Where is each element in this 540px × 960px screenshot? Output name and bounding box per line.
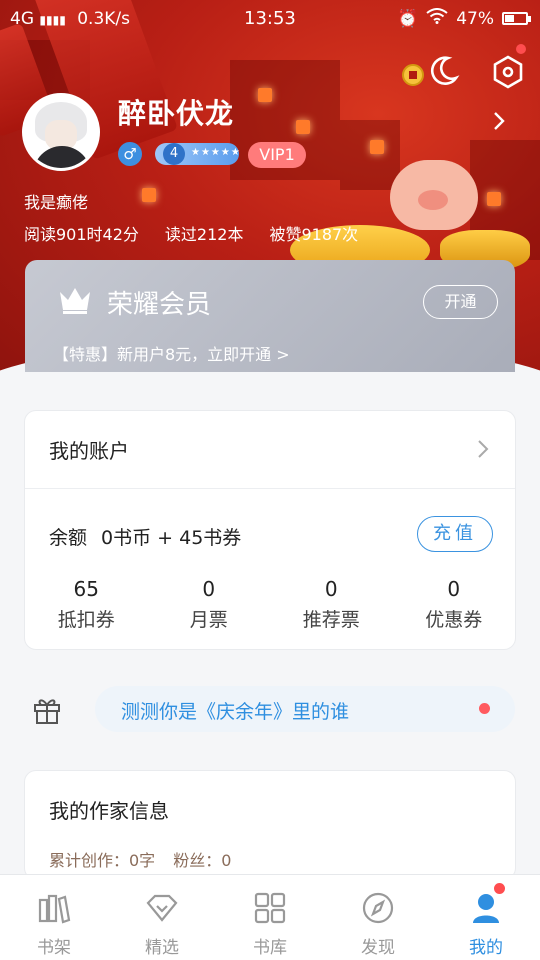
reading-stats: 阅读901时42分 读过212本 被赞9187次 bbox=[24, 221, 358, 245]
open-vip-button[interactable]: 开通 bbox=[423, 285, 498, 319]
settings-hexagon-icon[interactable] bbox=[490, 54, 526, 90]
vip-membership-card[interactable]: 荣耀会员 开通 【特惠】新用户8元，立即开通 > bbox=[25, 260, 515, 372]
nav-featured[interactable]: 精选 bbox=[108, 875, 216, 960]
nav-label: 发现 bbox=[361, 938, 395, 958]
grid-icon bbox=[253, 891, 287, 925]
ticket-row: 65 抵扣券 0 月票 0 推荐票 0 优惠券 bbox=[25, 577, 515, 632]
bottom-navigation: 书架 精选 书库 发现 我的 bbox=[0, 874, 540, 960]
bookshelf-icon bbox=[37, 891, 71, 925]
books-read: 读过212本 bbox=[164, 225, 244, 244]
level-stars-icon: ★★★★★ bbox=[191, 147, 241, 158]
level-number: 4 bbox=[163, 143, 185, 165]
user-icon bbox=[469, 891, 503, 925]
nav-bookshelf[interactable]: 书架 bbox=[0, 875, 108, 960]
reading-time: 阅读901时42分 bbox=[24, 225, 139, 244]
quiz-promo-text: 测测你是《庆余年》里的谁 bbox=[121, 701, 350, 723]
crown-icon bbox=[57, 284, 93, 316]
battery-icon bbox=[502, 12, 531, 25]
balance: 余额 0书币 + 45书券 bbox=[49, 523, 241, 550]
ticket-value: 0 bbox=[202, 577, 216, 601]
avatar[interactable] bbox=[22, 93, 100, 171]
nav-notification-dot bbox=[494, 883, 505, 894]
level-badge: 4 ★★★★★ bbox=[155, 143, 241, 165]
gift-icon bbox=[32, 695, 62, 725]
pig-illustration bbox=[390, 160, 478, 230]
author-meta: 累计创作：0字 粉丝：0 bbox=[49, 847, 231, 871]
nav-label: 书架 bbox=[37, 938, 71, 958]
user-signature: 我是癫佬 bbox=[24, 193, 89, 212]
ticket-coupon[interactable]: 0 优惠券 bbox=[393, 577, 516, 632]
ticket-label: 抵扣券 bbox=[57, 609, 115, 631]
compass-icon bbox=[361, 891, 395, 925]
ticket-deduction[interactable]: 65 抵扣券 bbox=[25, 577, 148, 632]
nav-label: 我的 bbox=[469, 938, 503, 958]
male-gender-icon: ♂ bbox=[118, 142, 142, 166]
ticket-label: 推荐票 bbox=[302, 609, 360, 631]
username[interactable]: 醉卧伏龙 bbox=[118, 92, 234, 132]
network-speed: 0.3K/s bbox=[77, 9, 131, 29]
likes-count: 被赞9187次 bbox=[269, 225, 359, 244]
wifi-icon bbox=[426, 8, 448, 29]
fans-count: 粉丝：0 bbox=[173, 851, 232, 870]
status-bar: 4G ▮▮▮▮ 0.3K/s 13:53 ⏰ 47% bbox=[0, 0, 540, 36]
account-header[interactable]: 我的账户 bbox=[25, 411, 515, 489]
network-indicator: 4G bbox=[10, 9, 34, 29]
clock: 13:53 bbox=[244, 8, 296, 29]
vip-badge: VIP1 bbox=[248, 142, 306, 168]
vip-promo-link[interactable]: 【特惠】新用户8元，立即开通 > bbox=[53, 341, 290, 365]
ticket-value: 0 bbox=[324, 577, 338, 601]
author-title: 我的作家信息 bbox=[49, 799, 169, 823]
signal-icon: ▮▮▮▮ bbox=[39, 13, 66, 27]
ticket-label: 月票 bbox=[189, 609, 228, 631]
total-words: 累计创作：0字 bbox=[49, 851, 156, 870]
nav-library[interactable]: 书库 bbox=[216, 875, 324, 960]
nav-label: 精选 bbox=[145, 938, 179, 958]
account-title: 我的账户 bbox=[49, 439, 129, 463]
ticket-value: 65 bbox=[73, 577, 99, 601]
ticket-monthly[interactable]: 0 月票 bbox=[148, 577, 271, 632]
quiz-promo-banner[interactable]: 测测你是《庆余年》里的谁 bbox=[95, 686, 515, 732]
ticket-value: 0 bbox=[447, 577, 461, 601]
nav-label: 书库 bbox=[253, 938, 287, 958]
balance-label: 余额 bbox=[49, 527, 88, 549]
settings-notification-dot bbox=[516, 44, 526, 54]
chevron-right-icon[interactable] bbox=[492, 110, 506, 132]
ticket-recommend[interactable]: 0 推荐票 bbox=[270, 577, 393, 632]
vip-title: 荣耀会员 bbox=[107, 290, 212, 320]
night-mode-moon-icon[interactable] bbox=[426, 54, 460, 88]
nav-me[interactable]: 我的 bbox=[432, 875, 540, 960]
battery-percent: 47% bbox=[456, 8, 494, 29]
alarm-icon: ⏰ bbox=[397, 8, 419, 29]
author-info-card[interactable]: 我的作家信息 累计创作：0字 粉丝：0 bbox=[24, 770, 516, 880]
nav-discover[interactable]: 发现 bbox=[324, 875, 432, 960]
ticket-label: 优惠券 bbox=[425, 609, 483, 631]
recharge-button[interactable]: 充值 bbox=[417, 516, 493, 552]
diamond-icon bbox=[145, 891, 179, 925]
chevron-right-icon bbox=[477, 439, 489, 459]
coin-icon[interactable] bbox=[402, 64, 424, 86]
balance-value: 0书币 + 45书券 bbox=[101, 527, 242, 549]
promo-notification-dot bbox=[479, 703, 490, 714]
account-card: 我的账户 余额 0书币 + 45书券 充值 65 抵扣券 0 月票 0 推荐票 0… bbox=[24, 410, 516, 650]
